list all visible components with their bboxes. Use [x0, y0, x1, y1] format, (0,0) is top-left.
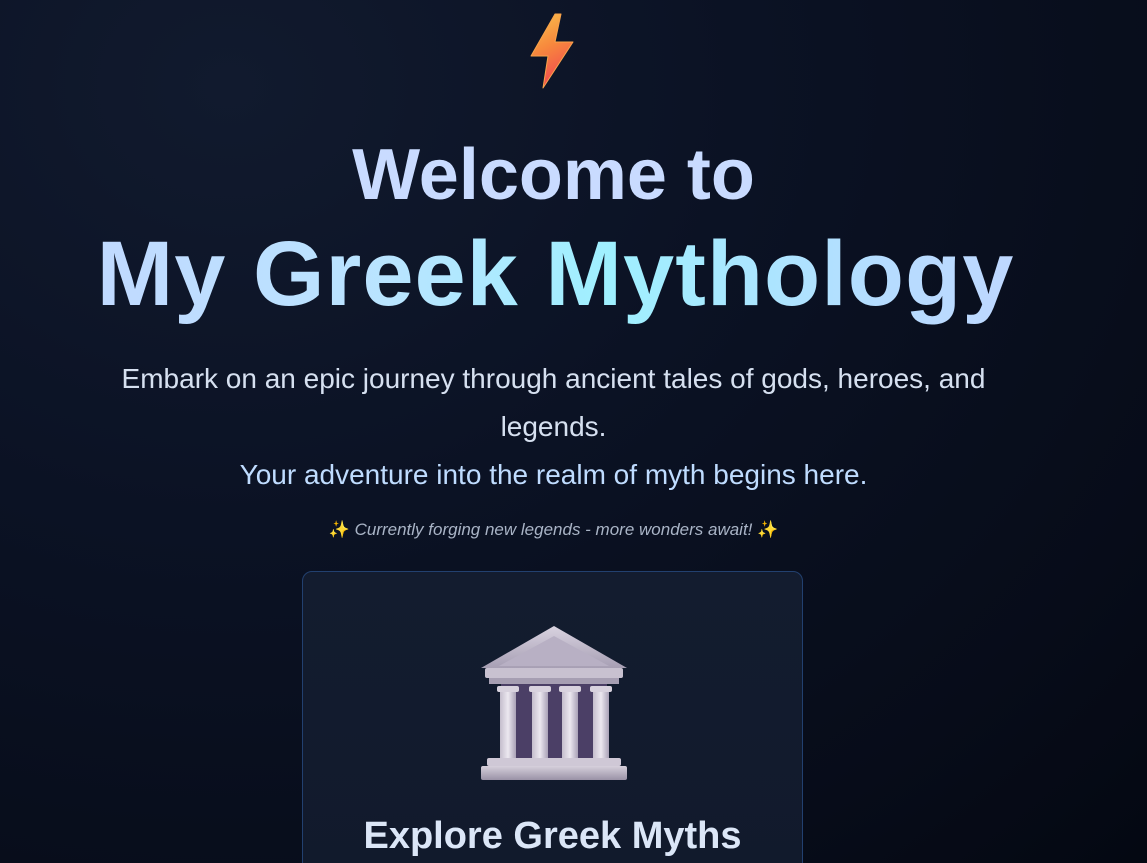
- status-text: Currently forging new legends - more won…: [354, 520, 753, 539]
- explore-greek-myths-card[interactable]: Explore Greek Myths: [302, 571, 803, 863]
- landing-page: Welcome to My Greek Mythology Embark on …: [0, 0, 1147, 863]
- page-title: My Greek Mythology: [0, 222, 1111, 326]
- intro-text: Embark on an epic journey through ancien…: [80, 355, 1027, 499]
- sparkle-icon: ✨: [757, 520, 779, 539]
- temple-icon: [481, 626, 627, 780]
- card-title: Explore Greek Myths: [363, 815, 742, 857]
- welcome-heading: Welcome to: [352, 135, 755, 215]
- sparkle-icon: ✨: [328, 520, 350, 539]
- lightning-bolt-icon: [530, 13, 574, 89]
- intro-line-1: Embark on an epic journey through ancien…: [121, 363, 986, 442]
- status-message: ✨ Currently forging new legends - more w…: [0, 520, 1107, 540]
- intro-line-2: Your adventure into the realm of myth be…: [239, 459, 868, 490]
